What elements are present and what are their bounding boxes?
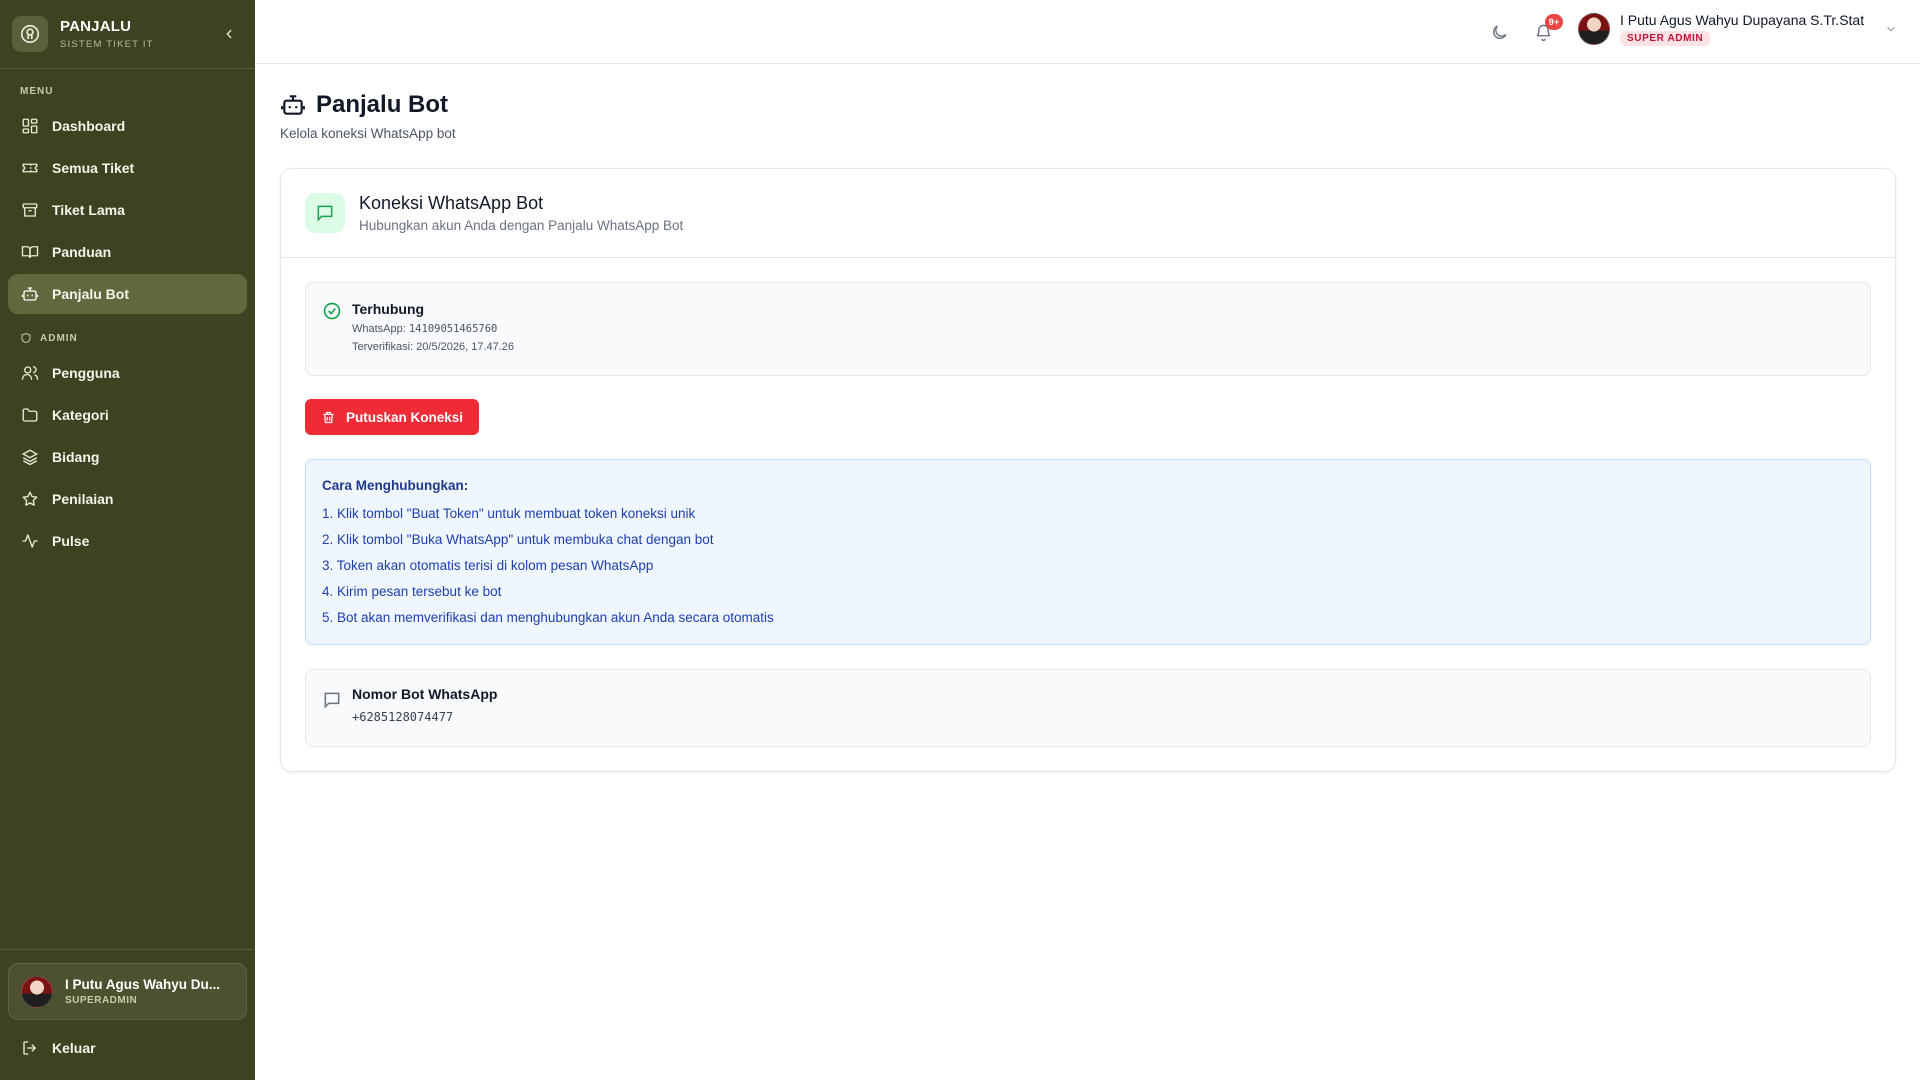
user-menu[interactable]: I Putu Agus Wahyu Dupayana S.Tr.Stat SUP… <box>1578 12 1898 46</box>
sidebar-item-label: Pengguna <box>52 365 120 381</box>
grid-icon <box>20 116 40 136</box>
theme-toggle-button[interactable] <box>1487 20 1511 44</box>
chevron-down-icon <box>1887 26 1896 32</box>
logout-icon <box>20 1038 40 1058</box>
sidebar-item-pengguna[interactable]: Pengguna <box>8 353 247 393</box>
admin-label-text: ADMIN <box>40 332 78 344</box>
notification-badge: 9+ <box>1545 14 1563 30</box>
instructions-box: Cara Menghubungkan: 1. Klik tombol "Buat… <box>305 459 1871 645</box>
instructions-title: Cara Menghubungkan: <box>322 478 469 493</box>
shield-icon <box>21 332 31 344</box>
bot-number-title: Nomor Bot WhatsApp <box>352 686 498 702</box>
star-icon <box>20 489 40 509</box>
brand-logo-icon <box>12 16 48 52</box>
sidebar-item-dashboard[interactable]: Dashboard <box>8 106 247 146</box>
sidebar-item-semua-tiket[interactable]: Semua Tiket <box>8 148 247 188</box>
sidebar-item-label: Bidang <box>52 449 100 465</box>
sidebar-item-penilaian[interactable]: Penilaian <box>8 479 247 519</box>
message-square-icon <box>324 692 340 709</box>
activity-icon <box>20 531 40 551</box>
sidebar-item-label: Pulse <box>52 533 90 549</box>
sidebar-item-bidang[interactable]: Bidang <box>8 437 247 477</box>
bot-number-box: Nomor Bot WhatsApp +6285128074477 <box>305 669 1871 747</box>
users-icon <box>20 363 40 383</box>
role-badge: SUPER ADMIN <box>1620 31 1711 46</box>
ticket-icon <box>20 158 40 178</box>
bot-icon <box>281 95 305 115</box>
instruction-step: 5. Bot akan memverifikasi dan menghubung… <box>322 610 774 625</box>
connection-status-box: Terhubung WhatsApp: 14109051465760 Terve… <box>305 282 1871 376</box>
brand: PANJALU SISTEM TIKET IT <box>0 0 255 69</box>
page-subtitle: Kelola koneksi WhatsApp bot <box>280 126 456 141</box>
disconnect-label: Putuskan Koneksi <box>346 409 464 425</box>
verified-timestamp: Terverifikasi: 20/5/2026, 17.47.26 <box>352 341 515 353</box>
trash-icon <box>323 411 334 423</box>
sidebar-user-card[interactable]: I Putu Agus Wahyu Du... SUPERADMIN <box>8 963 247 1020</box>
sidebar-item-panjalu-bot[interactable]: Panjalu Bot <box>8 274 247 314</box>
sidebar-item-tiket-lama[interactable]: Tiket Lama <box>8 190 247 230</box>
sidebar-item-kategori[interactable]: Kategori <box>8 395 247 435</box>
logout-label: Keluar <box>52 1040 96 1056</box>
avatar <box>1578 13 1610 45</box>
status-title: Terhubung <box>352 301 425 317</box>
page-title: Panjalu Bot <box>280 91 448 119</box>
sidebar-divider <box>0 949 255 950</box>
instruction-step: 4. Kirim pesan tersebut ke bot <box>322 584 502 599</box>
sidebar-item-label: Panduan <box>52 244 112 260</box>
sidebar-item-label: Tiket Lama <box>52 202 125 218</box>
card-title: Koneksi WhatsApp Bot <box>359 193 544 213</box>
layers-icon <box>20 447 40 467</box>
instruction-step: 3. Token akan otomatis terisi di kolom p… <box>322 558 654 573</box>
admin-section-label: ADMIN <box>0 332 98 344</box>
brand-subtitle: SISTEM TIKET IT <box>60 39 154 50</box>
bot-icon <box>20 284 40 304</box>
header-user-name: I Putu Agus Wahyu Dupayana S.Tr.Stat <box>1620 12 1865 28</box>
brand-name: PANJALU <box>60 18 132 35</box>
sidebar-user-name: I Putu Agus Wahyu Du... <box>65 977 220 992</box>
archive-icon <box>20 200 40 220</box>
card-subtitle: Hubungkan akun Anda dengan Panjalu Whats… <box>359 218 684 233</box>
page-title-text: Panjalu Bot <box>316 91 449 118</box>
collapse-sidebar-button[interactable] <box>219 24 239 44</box>
sidebar-item-panduan[interactable]: Panduan <box>8 232 247 272</box>
sidebar-user-role: SUPERADMIN <box>65 995 138 1006</box>
disconnect-button[interactable]: Putuskan Koneksi <box>305 399 480 435</box>
logout-button[interactable]: Keluar <box>8 1028 247 1068</box>
sidebar-item-label: Kategori <box>52 407 109 423</box>
whatsapp-number: 14109051465760 <box>408 323 498 335</box>
message-square-icon <box>305 193 345 233</box>
sidebar-item-label: Panjalu Bot <box>52 286 130 302</box>
top-header: 9+ I Putu Agus Wahyu Dupayana S.Tr.Stat … <box>255 0 1920 64</box>
card-header: Koneksi WhatsApp Bot Hubungkan akun Anda… <box>281 169 1895 258</box>
bot-number-value: +6285128074477 <box>352 710 454 724</box>
instruction-step: 1. Klik tombol "Buat Token" untuk membua… <box>322 506 696 521</box>
sidebar-item-label: Penilaian <box>52 491 114 507</box>
menu-section-label: MENU <box>20 86 54 97</box>
book-icon <box>20 242 40 262</box>
whatsapp-label: WhatsApp: <box>352 323 409 335</box>
whatsapp-connection-card: Koneksi WhatsApp Bot Hubungkan akun Anda… <box>280 168 1896 772</box>
sidebar-item-label: Semua Tiket <box>52 160 135 176</box>
sidebar-item-pulse[interactable]: Pulse <box>8 521 247 561</box>
moon-icon <box>1492 25 1506 39</box>
sidebar-item-label: Dashboard <box>52 118 126 134</box>
sidebar: PANJALU SISTEM TIKET IT MENU Dashboard S… <box>0 0 255 1080</box>
instruction-step: 2. Klik tombol "Buka WhatsApp" untuk mem… <box>322 532 714 547</box>
chevron-left-icon <box>226 29 232 39</box>
check-circle-icon <box>323 302 341 320</box>
folder-icon <box>20 405 40 425</box>
notifications-button[interactable]: 9+ <box>1531 14 1563 44</box>
whatsapp-number-line: WhatsApp: 14109051465760 <box>352 323 514 335</box>
avatar <box>21 975 53 1008</box>
